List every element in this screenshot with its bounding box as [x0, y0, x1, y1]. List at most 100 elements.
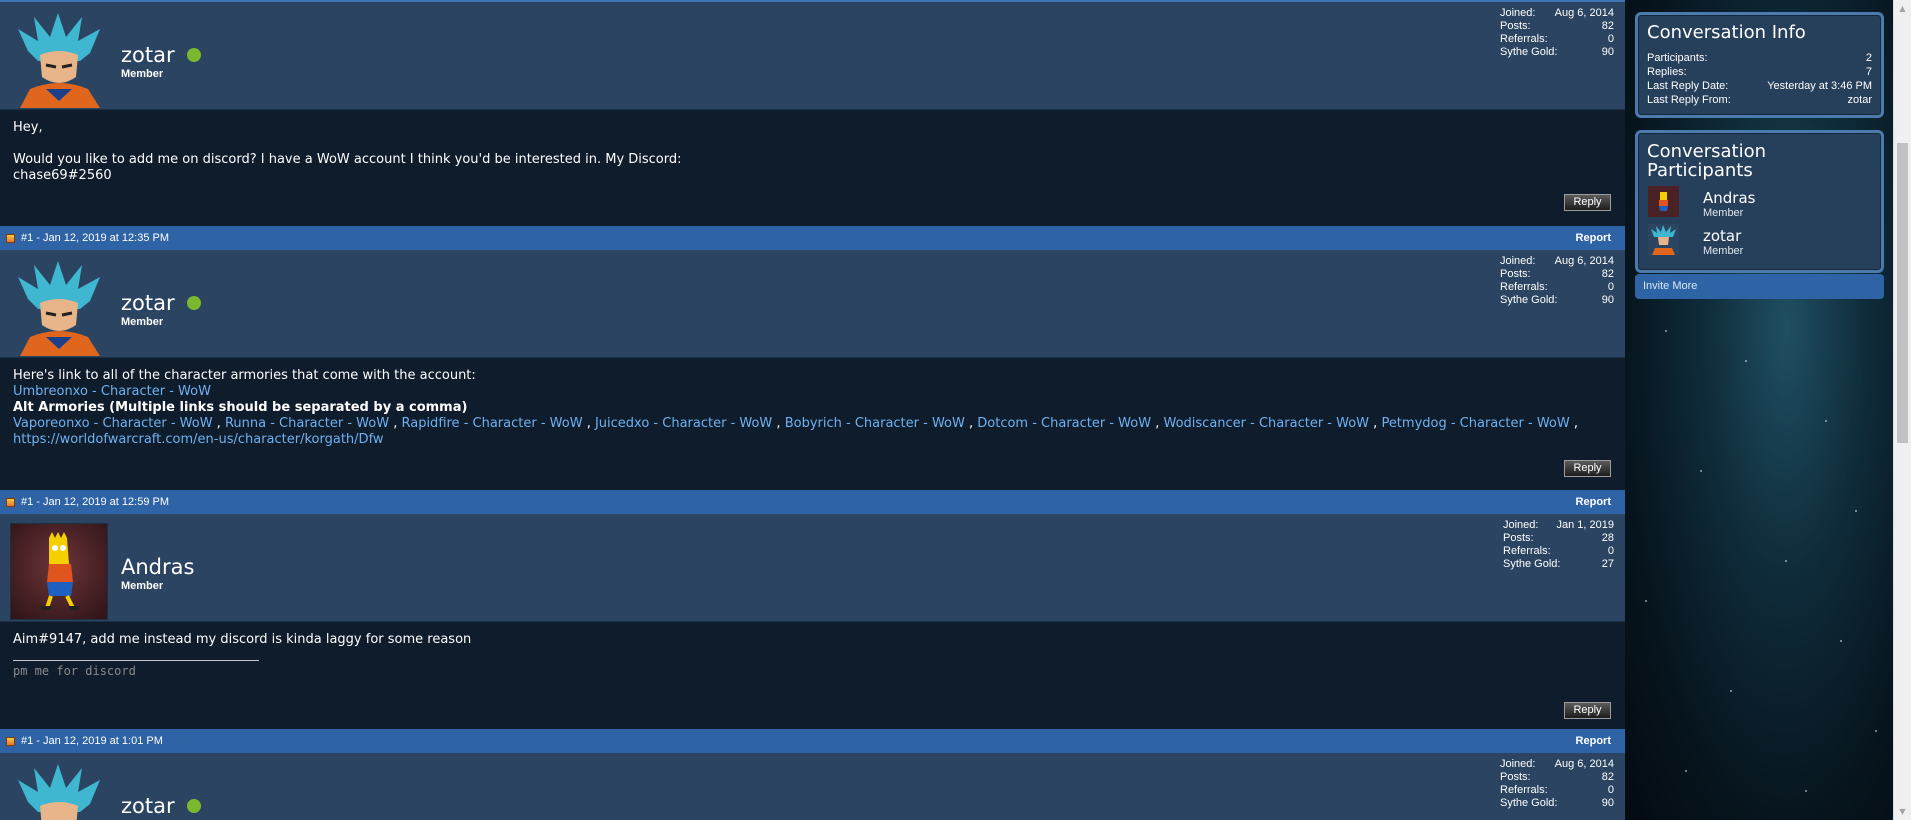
- conversation-thread: zotar Member Joined: Aug 6, 2014 Posts: 82…: [0, 0, 1625, 820]
- info-label: Last Reply From:: [1647, 94, 1731, 106]
- armory-link[interactable]: https://worldofwarcraft.com/en-us/charac…: [13, 432, 384, 447]
- armory-link[interactable]: Dotcom - Character - WoW: [977, 416, 1151, 431]
- participant-name[interactable]: zotar: [1703, 227, 1741, 245]
- goku-avatar-icon: [18, 261, 100, 356]
- user-title: Member: [121, 580, 164, 592]
- post: #1 - Jan 12, 2019 at 12:59 PM Report And…: [0, 490, 1625, 729]
- alt-armories-heading: Alt Armories (Multiple links should be s…: [13, 400, 468, 415]
- armory-link[interactable]: Runna - Character - WoW: [225, 416, 389, 431]
- info-value[interactable]: zotar: [1848, 93, 1872, 107]
- post-text-line: Aim#9147, add me instead my discord is k…: [13, 632, 472, 647]
- participants-title: Participants: [1647, 160, 1753, 181]
- stat-value: 27: [1601, 558, 1614, 570]
- stat-label: Sythe Gold:: [1500, 46, 1558, 58]
- post-text-line: chase69#2560: [13, 168, 112, 183]
- post-permalink[interactable]: #1 - Jan 12, 2019 at 12:35 PM: [21, 232, 169, 244]
- bart-avatar-icon[interactable]: [1648, 186, 1679, 217]
- stat-label: Joined:: [1500, 7, 1536, 19]
- armory-link[interactable]: Vaporeonxo - Character - WoW: [13, 416, 213, 431]
- stat-value: Jan 1, 2019: [1556, 519, 1615, 531]
- invite-more-button[interactable]: Invite More: [1635, 274, 1884, 299]
- armory-link[interactable]: Rapidfire - Character - WoW: [401, 416, 582, 431]
- post-permalink[interactable]: #1 - Jan 12, 2019 at 1:01 PM: [21, 735, 163, 747]
- participants-title: Conversation: [1647, 141, 1767, 162]
- armory-link[interactable]: Wodiscancer - Character - WoW: [1164, 416, 1370, 431]
- post-header: #1 - Jan 12, 2019 at 1:01 PM Report: [0, 729, 1625, 753]
- report-link[interactable]: Report: [1576, 735, 1611, 747]
- stat-value: 90: [1601, 46, 1614, 58]
- participant-role: Member: [1703, 207, 1744, 219]
- username[interactable]: zotar: [121, 43, 175, 67]
- armory-link[interactable]: Bobyrich - Character - WoW: [785, 416, 965, 431]
- link-separator: ,: [582, 416, 595, 431]
- conversation-info-box: Conversation Info Participants: 2 Replies…: [1635, 12, 1884, 118]
- participant-role: Member: [1703, 245, 1744, 257]
- stat-value: Aug 6, 2014: [1554, 758, 1614, 770]
- reply-button[interactable]: Reply: [1564, 194, 1611, 211]
- post-icon: [6, 233, 15, 243]
- stat-value: 82: [1601, 268, 1614, 280]
- user-stats: Joined: Aug 6, 2014 Posts: 82 Referrals: 0 …: [1500, 7, 1614, 59]
- user-info-bar: zotar Member Joined: Aug 6, 2014 Posts: 82…: [0, 2, 1625, 110]
- stat-label: Joined:: [1503, 519, 1539, 531]
- participant-item[interactable]: Andras Member: [1647, 186, 1872, 224]
- user-title: Member: [121, 68, 164, 80]
- stat-label: Posts:: [1503, 532, 1534, 544]
- stat-value: 82: [1601, 771, 1614, 783]
- user-title: Member: [121, 316, 164, 328]
- user-stats: Joined: Aug 6, 2014 Posts: 82 Referrals: 0 …: [1500, 758, 1614, 810]
- online-status-icon: [186, 296, 201, 310]
- stat-label: Posts:: [1500, 771, 1531, 783]
- post: #1 - Jan 12, 2019 at 12:35 PM Report zot…: [0, 226, 1625, 490]
- scroll-up-icon[interactable]: ▲: [1894, 0, 1911, 17]
- post-text-line: Would you like to add me on discord? I h…: [13, 152, 682, 167]
- post: #1 - Jan 12, 2019 at 1:01 PM Report zota…: [0, 729, 1625, 820]
- stat-label: Joined:: [1500, 255, 1536, 267]
- username[interactable]: Andras: [121, 555, 194, 579]
- participant-name[interactable]: Andras: [1703, 189, 1755, 207]
- armory-link[interactable]: Juicedxo - Character - WoW: [595, 416, 772, 431]
- stat-value: 0: [1607, 33, 1614, 45]
- armory-link[interactable]: Umbreonxo - Character - WoW: [13, 384, 211, 399]
- stat-label: Posts:: [1500, 20, 1531, 32]
- stat-value: 90: [1601, 797, 1614, 809]
- post-icon: [6, 497, 15, 507]
- post-body: Aim#9147, add me instead my discord is k…: [0, 622, 1625, 729]
- participant-item[interactable]: zotar Member: [1647, 224, 1872, 262]
- scroll-down-icon[interactable]: ▼: [1894, 803, 1911, 820]
- link-separator: ,: [1369, 416, 1382, 431]
- stat-value: 0: [1607, 281, 1614, 293]
- user-avatar[interactable]: [10, 259, 108, 356]
- report-link[interactable]: Report: [1576, 496, 1611, 508]
- stat-label: Referrals:: [1503, 545, 1551, 557]
- post-permalink[interactable]: #1 - Jan 12, 2019 at 12:59 PM: [21, 496, 169, 508]
- online-status-icon: [186, 48, 201, 62]
- scrollbar-thumb[interactable]: [1897, 143, 1908, 443]
- post: zotar Member Joined: Aug 6, 2014 Posts: 82…: [0, 2, 1625, 226]
- user-avatar[interactable]: [10, 762, 108, 820]
- sidebar: Conversation Info Participants: 2 Replies…: [1625, 0, 1893, 820]
- post-text-line: Here's link to all of the character armo…: [13, 368, 476, 383]
- username[interactable]: zotar: [121, 291, 175, 315]
- user-avatar[interactable]: [10, 523, 108, 620]
- user-info-bar: zotar Joined: Aug 6, 2014 Posts: 82 Referr…: [0, 753, 1625, 820]
- username[interactable]: zotar: [121, 794, 175, 818]
- link-separator: ,: [772, 416, 785, 431]
- user-avatar[interactable]: [10, 11, 108, 108]
- reply-button[interactable]: Reply: [1564, 460, 1611, 477]
- post-icon: [6, 736, 15, 746]
- post-body: Hey, Would you like to add me on discord…: [0, 110, 1625, 226]
- stat-label: Posts:: [1500, 268, 1531, 280]
- goku-avatar-icon[interactable]: [1648, 224, 1679, 255]
- user-info-bar: zotar Member Joined: Aug 6, 2014 Posts: 82…: [0, 250, 1625, 358]
- link-separator: ,: [1151, 416, 1164, 431]
- report-link[interactable]: Report: [1576, 232, 1611, 244]
- post-header: #1 - Jan 12, 2019 at 12:35 PM Report: [0, 226, 1625, 250]
- scrollbar[interactable]: ▲ ▼: [1893, 0, 1911, 820]
- info-label: Participants:: [1647, 52, 1708, 64]
- stat-value: 90: [1601, 294, 1614, 306]
- reply-button[interactable]: Reply: [1564, 702, 1611, 719]
- armory-link[interactable]: Petmydog - Character - WoW: [1381, 416, 1569, 431]
- stat-value: Aug 6, 2014: [1554, 7, 1614, 19]
- stat-label: Sythe Gold:: [1503, 558, 1561, 570]
